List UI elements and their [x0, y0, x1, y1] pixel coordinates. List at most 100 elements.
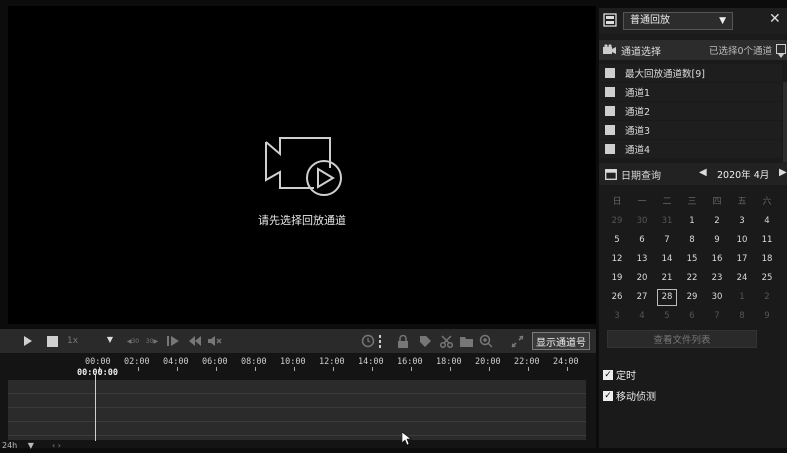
calendar-day[interactable]: 31: [657, 213, 677, 230]
calendar-day[interactable]: 2: [707, 213, 727, 230]
checkbox[interactable]: [605, 87, 615, 97]
option-motion-detection[interactable]: ✓ 移动侦测: [603, 388, 656, 403]
current-time: 00:00:00: [77, 368, 118, 378]
fullscreen-button[interactable]: [510, 333, 524, 349]
calendar-day[interactable]: 10: [732, 232, 752, 249]
checkbox[interactable]: [605, 125, 615, 135]
calendar-day[interactable]: 29: [682, 289, 702, 306]
selected-channel-count: 已选择0个通道: [709, 46, 773, 57]
calendar-day[interactable]: 23: [707, 270, 727, 287]
show-channel-number-button[interactable]: 显示通道号: [532, 332, 590, 350]
calendar-day[interactable]: 7: [657, 232, 677, 249]
calendar-day[interactable]: 25: [757, 270, 777, 287]
calendar-day[interactable]: 16: [707, 251, 727, 268]
calendar-day[interactable]: 6: [632, 232, 652, 249]
calendar-day[interactable]: 9: [757, 308, 777, 325]
channel-list-scrollbar[interactable]: [783, 82, 787, 162]
calendar-day[interactable]: 12: [607, 251, 627, 268]
skip-back-30-button[interactable]: ◀30: [124, 333, 142, 349]
channel-item-1[interactable]: 通道1: [599, 83, 782, 101]
calendar-day[interactable]: 1: [732, 289, 752, 306]
calendar-day[interactable]: 8: [682, 232, 702, 249]
checkbox[interactable]: [605, 68, 615, 78]
next-month-button[interactable]: ▶: [779, 167, 787, 178]
mouse-pointer-icon: [402, 432, 412, 446]
timeline-hour-label: 20:00: [475, 357, 501, 367]
calendar-day[interactable]: 24: [732, 270, 752, 287]
calendar-icon: [605, 169, 617, 180]
prev-month-button[interactable]: ◀: [699, 167, 707, 178]
calendar-day[interactable]: 18: [757, 251, 777, 268]
channel-item-max[interactable]: 最大回放通道数[9]: [599, 64, 782, 82]
playback-mode-select[interactable]: 普通回放 ▼: [623, 12, 733, 30]
timeline-hour-label: 00:00: [85, 357, 111, 367]
calendar-day[interactable]: 6: [682, 308, 702, 325]
calendar-day[interactable]: 3: [732, 213, 752, 230]
calendar-day[interactable]: 9: [707, 232, 727, 249]
calendar-day[interactable]: 11: [757, 232, 777, 249]
calendar-day[interactable]: 19: [607, 270, 627, 287]
checkbox[interactable]: [605, 144, 615, 154]
calendar-day[interactable]: 3: [607, 308, 627, 325]
weekday-label: 一: [637, 197, 647, 207]
clip-button[interactable]: [439, 333, 453, 349]
channel-item-3[interactable]: 通道3: [599, 121, 782, 139]
timeline-nav-arrows[interactable]: ‹ ›: [52, 441, 61, 450]
lock-button[interactable]: [396, 333, 410, 349]
video-display[interactable]: 请先选择回放通道: [8, 6, 596, 324]
step-frame-button[interactable]: [166, 333, 180, 349]
tag-button[interactable]: [418, 333, 432, 349]
calendar-day[interactable]: 4: [632, 308, 652, 325]
calendar-day[interactable]: 27: [632, 289, 652, 306]
calendar-day[interactable]: 21: [657, 270, 677, 287]
timeline-tick: [450, 367, 451, 371]
channel-item-2[interactable]: 通道2: [599, 102, 782, 120]
checkbox-checked-icon[interactable]: ✓: [603, 390, 613, 401]
calendar-day[interactable]: 1: [682, 213, 702, 230]
timeline-zoom-select[interactable]: 24h ▼: [2, 441, 50, 453]
calendar-day[interactable]: 30: [707, 289, 727, 306]
checkbox[interactable]: [605, 106, 615, 116]
speed-select[interactable]: 1x ▼: [67, 334, 115, 348]
calendar-day[interactable]: 17: [732, 251, 752, 268]
calendar-day[interactable]: 29: [607, 213, 627, 230]
calendar-day[interactable]: 5: [607, 232, 627, 249]
playback-mode-value: 普通回放: [630, 15, 670, 26]
stop-button[interactable]: [46, 333, 58, 349]
speaker-mute-icon: [208, 336, 222, 346]
calendar-day[interactable]: 13: [632, 251, 652, 268]
skip-forward-30-button[interactable]: 30▶: [143, 333, 161, 349]
calendar-day[interactable]: 14: [657, 251, 677, 268]
play-button[interactable]: [22, 333, 34, 349]
calendar-day[interactable]: 22: [682, 270, 702, 287]
checkbox-checked-icon[interactable]: ✓: [603, 369, 613, 380]
weekday-label: 日: [612, 197, 622, 207]
folder-button[interactable]: [459, 333, 473, 349]
channel-item-4[interactable]: 通道4: [599, 140, 782, 158]
more-menu-button[interactable]: [377, 333, 383, 349]
calendar-day[interactable]: 4: [757, 213, 777, 230]
calendar-day[interactable]: 7: [707, 308, 727, 325]
timeline-hour-label: 24:00: [553, 357, 579, 367]
calendar-day[interactable]: 28: [657, 289, 677, 306]
calendar-day[interactable]: 20: [632, 270, 652, 287]
digital-zoom-button[interactable]: [478, 333, 494, 349]
view-file-list-button[interactable]: 查看文件列表: [607, 330, 757, 348]
calendar-day[interactable]: 30: [632, 213, 652, 230]
calendar-row: 5 6 7 8 9 10 11: [607, 232, 787, 251]
mute-button[interactable]: [208, 333, 222, 349]
calendar-day[interactable]: 5: [657, 308, 677, 325]
film-icon: [603, 13, 617, 27]
calendar-grid: 日一二三四五六 29 30 31 1 2 3 4 5 6 7 8 9 10 11 12 13 14 15 16 17 18…: [607, 194, 787, 327]
calendar-day[interactable]: 8: [732, 308, 752, 325]
timeline-cursor[interactable]: [95, 375, 96, 441]
calendar-day[interactable]: 15: [682, 251, 702, 268]
slow-button[interactable]: [188, 333, 202, 349]
option-timer[interactable]: ✓ 定时: [603, 367, 636, 382]
timer-button[interactable]: [360, 333, 376, 349]
close-icon[interactable]: ✕: [769, 11, 781, 27]
calendar-day[interactable]: 2: [757, 289, 777, 306]
channel-dropdown-button[interactable]: [776, 44, 786, 58]
chevron-down-icon: ▼: [719, 16, 726, 26]
calendar-day[interactable]: 26: [607, 289, 627, 306]
